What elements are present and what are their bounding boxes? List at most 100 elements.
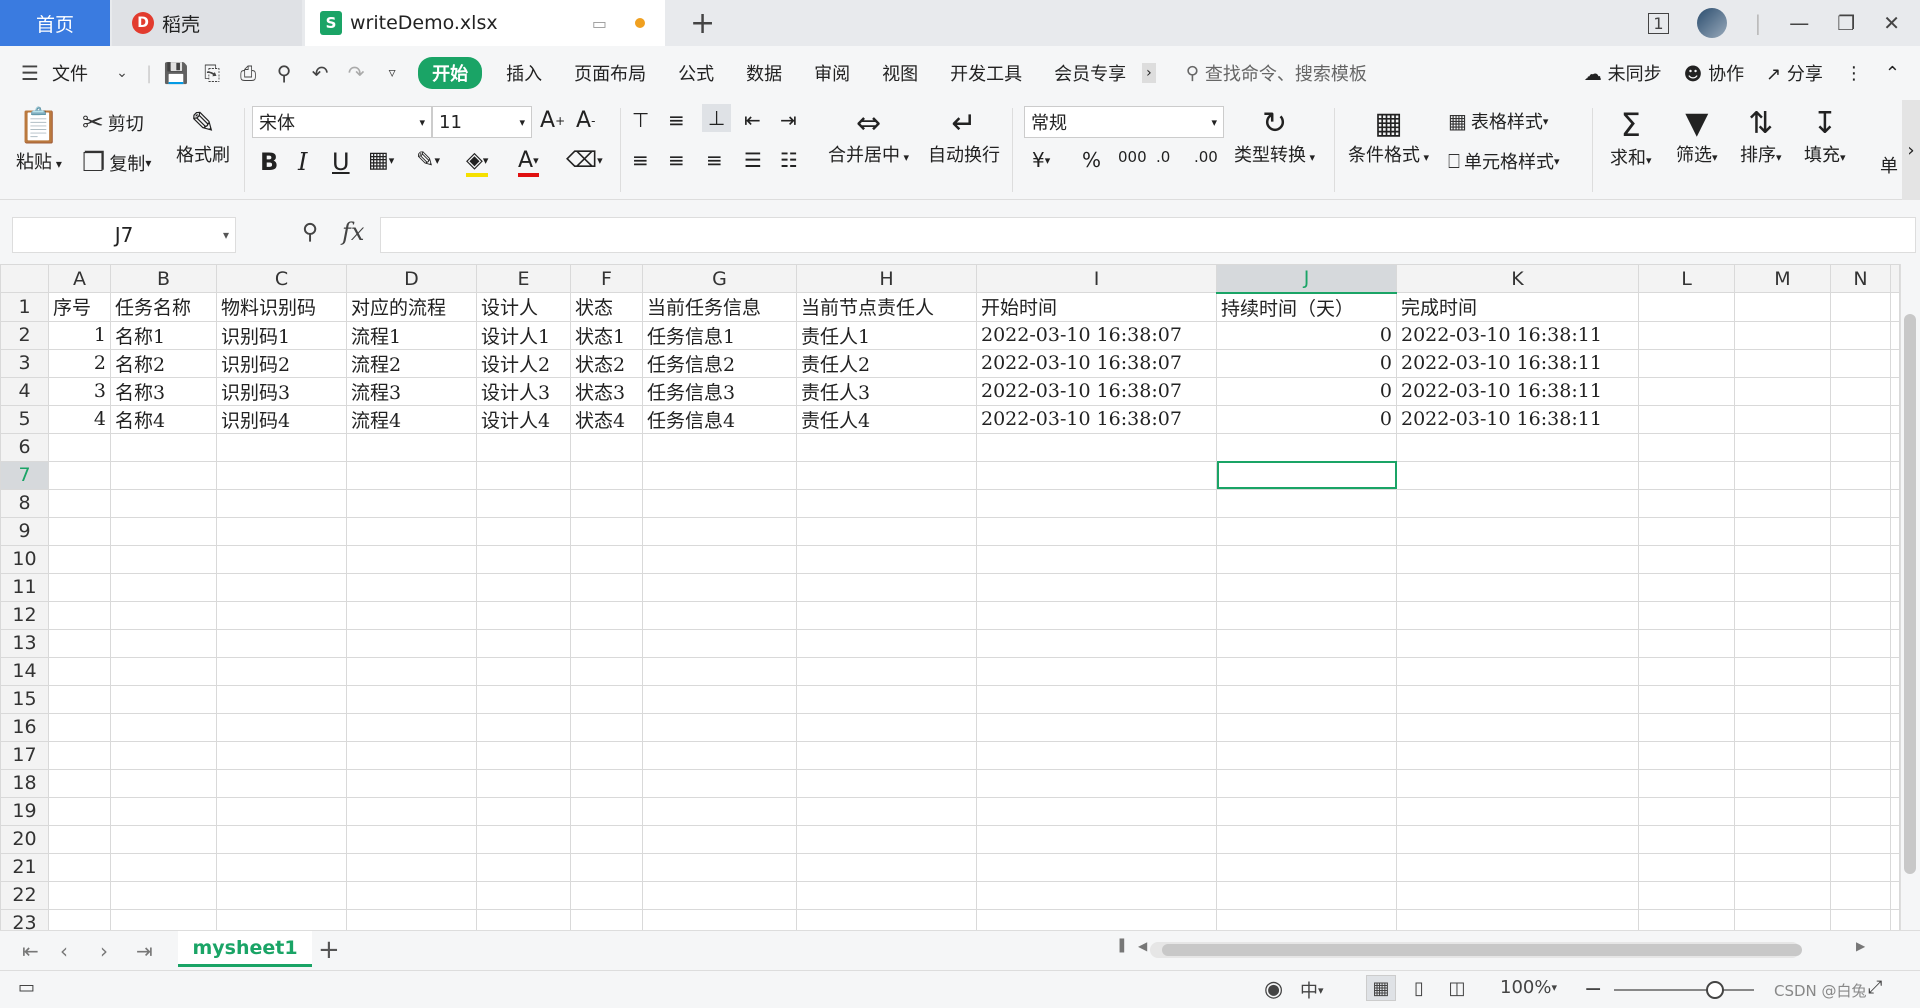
cell-J17[interactable] <box>1216 740 1397 770</box>
cut-button[interactable]: ✂ 剪切 <box>82 108 144 138</box>
cell-C8[interactable] <box>216 488 347 518</box>
row-header-9[interactable]: 9 <box>0 516 49 546</box>
minimize-icon[interactable]: — <box>1789 11 1809 35</box>
cell-C15[interactable] <box>216 684 347 714</box>
increase-font-icon[interactable]: A + <box>540 108 565 133</box>
cell-K5[interactable]: 2022-03-10 16:38:11 <box>1396 404 1639 434</box>
row-header-4[interactable]: 4 <box>0 376 49 406</box>
cell-L4[interactable] <box>1638 376 1735 406</box>
cell-G18[interactable] <box>642 768 797 798</box>
cell-N1[interactable] <box>1830 292 1891 322</box>
cell-H23[interactable] <box>796 908 977 930</box>
cell-F1[interactable]: 状态 <box>570 292 643 322</box>
row-header-21[interactable]: 21 <box>0 852 49 882</box>
cell-G14[interactable] <box>642 656 797 686</box>
cell-M9[interactable] <box>1734 516 1831 546</box>
cell-B16[interactable] <box>110 712 217 742</box>
number-format-select[interactable]: 常规 ▾ <box>1024 106 1224 138</box>
cell-D1[interactable]: 对应的流程 <box>346 292 477 322</box>
cell-J11[interactable] <box>1216 572 1397 602</box>
cell-G19[interactable] <box>642 796 797 826</box>
align-middle-icon[interactable]: ≡ <box>668 108 685 132</box>
cell-N7[interactable] <box>1830 460 1891 490</box>
cell-style-brush-icon[interactable]: ✎ ▾ <box>416 148 440 173</box>
cell-A21[interactable] <box>48 852 111 882</box>
cell-H8[interactable] <box>796 488 977 518</box>
cell-B20[interactable] <box>110 824 217 854</box>
single-button[interactable]: 单 <box>1880 152 1898 178</box>
row-header-12[interactable]: 12 <box>0 600 49 630</box>
cell-J10[interactable] <box>1216 544 1397 574</box>
distributed-icon[interactable]: ☷ <box>780 148 798 172</box>
cell-B17[interactable] <box>110 740 217 770</box>
align-center-icon[interactable]: ≡ <box>668 148 685 172</box>
cell-N2[interactable] <box>1830 320 1891 350</box>
format-painter-button[interactable]: ✎ 格式刷 <box>176 106 230 167</box>
cond-format-button[interactable]: ▦ 条件格式 ▾ <box>1348 106 1429 167</box>
cell-N20[interactable] <box>1830 824 1891 854</box>
more-icon[interactable]: ⋮ <box>1845 63 1863 84</box>
spreadsheet-grid[interactable]: ABCDEFGHIJKLMN 1 序号 任务名称 物料识别码 对应的流程 设计人 状态 当前任… <box>0 264 1900 930</box>
cell-A10[interactable] <box>48 544 111 574</box>
cell-M7[interactable] <box>1734 460 1831 490</box>
align-left-icon[interactable]: ≡ <box>632 148 649 172</box>
cell-M6[interactable] <box>1734 432 1831 462</box>
cell-K15[interactable] <box>1396 684 1639 714</box>
tab-docer[interactable]: D 稻壳 <box>112 0 302 46</box>
cell-B19[interactable] <box>110 796 217 826</box>
cell-C11[interactable] <box>216 572 347 602</box>
cell-K13[interactable] <box>1396 628 1639 658</box>
cell-A8[interactable] <box>48 488 111 518</box>
page-break-view-icon[interactable]: ◫ <box>1442 975 1472 1001</box>
page-count-icon[interactable]: 1 <box>1648 12 1669 34</box>
paste-button[interactable]: 📋 粘贴 ▾ <box>16 106 62 174</box>
cell-L3[interactable] <box>1638 348 1735 378</box>
cell-E22[interactable] <box>476 880 571 910</box>
cell-K22[interactable] <box>1396 880 1639 910</box>
cell-A20[interactable] <box>48 824 111 854</box>
cell-F20[interactable] <box>570 824 643 854</box>
horizontal-scroll-thumb[interactable] <box>1162 944 1802 956</box>
column-header-A[interactable]: A <box>48 264 111 293</box>
row-header-10[interactable]: 10 <box>0 544 49 574</box>
cell-I22[interactable] <box>976 880 1217 910</box>
cell-H4[interactable]: 责任人3 <box>796 376 977 406</box>
cell-C5[interactable]: 识别码4 <box>216 404 347 434</box>
cell-B8[interactable] <box>110 488 217 518</box>
column-header-L[interactable]: L <box>1638 264 1735 293</box>
underline-icon[interactable]: U <box>332 148 350 176</box>
cell-D15[interactable] <box>346 684 477 714</box>
cell-L21[interactable] <box>1638 852 1735 882</box>
cell-M20[interactable] <box>1734 824 1831 854</box>
cell-L10[interactable] <box>1638 544 1735 574</box>
font-size-select[interactable]: 11 ▾ <box>432 106 532 138</box>
cell-A23[interactable] <box>48 908 111 930</box>
cell-D14[interactable] <box>346 656 477 686</box>
cell-B21[interactable] <box>110 852 217 882</box>
cell-M21[interactable] <box>1734 852 1831 882</box>
cell-K3[interactable]: 2022-03-10 16:38:11 <box>1396 348 1639 378</box>
cell-G11[interactable] <box>642 572 797 602</box>
cell-B22[interactable] <box>110 880 217 910</box>
cell-B1[interactable]: 任务名称 <box>110 292 217 322</box>
prev-sheet-icon[interactable]: ‹ <box>60 939 68 963</box>
cell-L23[interactable] <box>1638 908 1735 930</box>
cell-H17[interactable] <box>796 740 977 770</box>
menu-tab-page-layout[interactable]: 页面布局 <box>558 60 662 86</box>
tab-document[interactable]: S writeDemo.xlsx ▭ <box>305 0 665 46</box>
cell-B2[interactable]: 名称1 <box>110 320 217 350</box>
cell-F19[interactable] <box>570 796 643 826</box>
cell-K18[interactable] <box>1396 768 1639 798</box>
collab-button[interactable]: ☻ 协作 <box>1684 60 1745 86</box>
font-color-icon[interactable]: A ▾ <box>518 148 539 177</box>
cell-K7[interactable] <box>1396 460 1639 490</box>
cell-E17[interactable] <box>476 740 571 770</box>
cell-H7[interactable] <box>796 460 977 490</box>
cell-H12[interactable] <box>796 600 977 630</box>
row-header-19[interactable]: 19 <box>0 796 49 826</box>
page-layout-view-icon[interactable]: ▯ <box>1404 975 1434 1001</box>
cell-J7[interactable] <box>1216 460 1397 490</box>
row-header-8[interactable]: 8 <box>0 488 49 518</box>
cell-H13[interactable] <box>796 628 977 658</box>
cell-A17[interactable] <box>48 740 111 770</box>
